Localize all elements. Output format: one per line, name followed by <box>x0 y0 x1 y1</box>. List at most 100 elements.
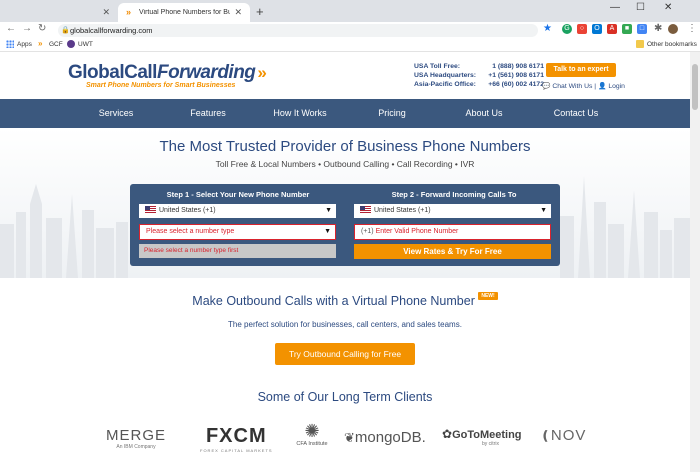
minimize-icon[interactable]: — <box>610 2 620 13</box>
reload-icon[interactable]: ↻ <box>38 23 46 34</box>
star-icon[interactable]: ★ <box>543 23 552 34</box>
cfa-logo-text: CFA Institute <box>296 441 328 447</box>
gotomeeting-logo: ✿GoToMeeting by citrix <box>442 427 522 447</box>
nov-logo-text: NOV <box>550 427 587 444</box>
logo-text-1: GlobalCall <box>68 62 157 83</box>
browser-tab-bar: ✕ » Virtual Phone Numbers for Busin ✕ + … <box>0 0 700 22</box>
browser-tab-active[interactable]: » Virtual Phone Numbers for Busin ✕ <box>118 3 250 22</box>
page-scrollbar[interactable] <box>690 52 700 472</box>
browser-tab-inactive[interactable]: ✕ <box>0 3 118 22</box>
forward-phone-input[interactable]: (+1) Enter Valid Phone Number <box>354 224 551 240</box>
number-type-placeholder: Please select a number type <box>146 228 235 235</box>
extension-grammarly-icon[interactable]: G <box>562 24 572 34</box>
login-link[interactable]: Login <box>608 83 625 90</box>
fxcm-logo: FXCM FOREX CAPITAL MARKETS <box>200 425 273 453</box>
fxcm-logo-text: FXCM <box>205 425 267 447</box>
contact-phone[interactable]: +66 (60) 002 4172 <box>482 80 544 89</box>
contact-row: USA Toll Free: 1 (888) 908 6171 <box>414 62 544 71</box>
contact-phone[interactable]: +1 (561) 908 6171 <box>482 71 544 80</box>
scrollbar-thumb[interactable] <box>692 64 698 110</box>
step2-heading: Step 2 - Forward Incoming Calls To <box>391 190 517 199</box>
new-badge: NEW! <box>478 292 498 300</box>
close-tab-icon[interactable]: ✕ <box>234 7 242 18</box>
bookmark-gcf[interactable]: » GCF <box>38 40 63 48</box>
chevron-down-icon: ▼ <box>325 207 332 214</box>
lock-icon: 🔒 <box>61 27 70 34</box>
nav-features[interactable]: Features <box>162 99 254 128</box>
extension-green-icon[interactable]: ■ <box>622 24 632 34</box>
chat-icon: 💬 <box>542 83 551 90</box>
close-tab-icon[interactable]: ✕ <box>102 7 110 18</box>
merge-logo: MERGE An IBM Company <box>106 427 166 450</box>
view-rates-button[interactable]: View Rates & Try For Free <box>354 244 551 259</box>
bookmark-label: GCF <box>49 40 63 48</box>
error-message: Please select a number type first <box>139 244 336 258</box>
maximize-icon[interactable]: ☐ <box>636 2 645 13</box>
number-type-select[interactable]: Please select a number type ▼ <box>139 224 336 240</box>
contact-phone[interactable]: 1 (888) 908 6171 <box>482 62 544 71</box>
nav-contact-us[interactable]: Contact Us <box>530 99 622 128</box>
nav-how-it-works[interactable]: How It Works <box>254 99 346 128</box>
bookmark-apps[interactable]: Apps <box>6 40 32 48</box>
talk-to-expert-button[interactable]: Talk to an expert <box>546 63 616 77</box>
us-flag-icon <box>145 206 156 213</box>
gcf-favicon-icon: » <box>126 7 132 17</box>
new-tab-icon[interactable]: + <box>256 4 264 19</box>
country-select-step2[interactable]: United States (+1) ▼ <box>354 204 551 218</box>
contact-row: USA Headquarters: +1 (561) 908 6171 <box>414 71 544 80</box>
number-signup-form: Step 1 - Select Your New Phone Number St… <box>130 184 560 266</box>
client-logos: MERGE An IBM Company FXCM FOREX CAPITAL … <box>100 421 600 465</box>
address-bar-row: ← → ↻ 🔒 globalcallforwarding.com ★ G ○ O… <box>0 22 700 38</box>
url-text: globalcallforwarding.com <box>70 26 153 35</box>
bookmarks-bar: Apps » GCF UWT Other bookmarks <box>0 38 700 52</box>
logo-text-2: Forwarding <box>156 62 256 83</box>
hero-subtitle: Toll Free & Local Numbers • Outbound Cal… <box>215 159 475 169</box>
profile-avatar-icon[interactable] <box>668 24 678 34</box>
nav-about-us[interactable]: About Us <box>438 99 530 128</box>
fxcm-logo-sub: FOREX CAPITAL MARKETS <box>200 448 273 453</box>
extension-outlook-icon[interactable]: O <box>592 24 602 34</box>
mongodb-logo-text: mongoDB. <box>354 429 426 446</box>
contact-numbers: USA Toll Free: 1 (888) 908 6171 USA Head… <box>414 62 544 89</box>
bookmark-label: Apps <box>17 40 32 48</box>
country-select-step1[interactable]: United States (+1) ▼ <box>139 204 336 218</box>
bookmark-uwt[interactable]: UWT <box>67 40 93 48</box>
cfa-emblem-icon: ✺ <box>304 421 320 441</box>
back-icon[interactable]: ← <box>6 23 16 34</box>
page-viewport: GlobalCallForwarding» Smart Phone Number… <box>0 52 690 472</box>
nav-pricing[interactable]: Pricing <box>346 99 438 128</box>
extensions-puzzle-icon[interactable]: ✱ <box>654 23 662 34</box>
forward-icon[interactable]: → <box>22 23 32 34</box>
uwt-favicon-icon <box>67 40 75 48</box>
gotomeeting-flower-icon: ✿ <box>442 427 453 441</box>
contact-label: Asia-Pacific Office: <box>414 81 476 88</box>
bookmark-other[interactable]: Other bookmarks <box>636 40 697 48</box>
site-logo[interactable]: GlobalCallForwarding» Smart Phone Number… <box>68 62 267 89</box>
extension-blue-icon[interactable]: □ <box>637 24 647 34</box>
clients-title: Some of Our Long Term Clients <box>257 390 433 404</box>
nav-services[interactable]: Services <box>70 99 162 128</box>
phone-placeholder: Enter Valid Phone Number <box>375 228 459 235</box>
try-outbound-button[interactable]: Try Outbound Calling for Free <box>275 343 415 365</box>
nov-logo: ❪NOV <box>540 427 586 444</box>
logo-arrows-icon: » <box>257 63 267 82</box>
chat-login-links: 💬 Chat With Us | 👤 Login <box>542 82 625 90</box>
chat-link[interactable]: Chat With Us <box>552 83 592 90</box>
us-flag-icon <box>360 206 371 213</box>
url-field[interactable]: 🔒 globalcallforwarding.com <box>58 24 538 37</box>
extension-red-icon[interactable]: ○ <box>577 24 587 34</box>
nov-emblem-icon: ❪ <box>540 428 551 443</box>
cfa-logo: ✺ CFA Institute <box>290 421 334 447</box>
tab-title: Virtual Phone Numbers for Busin <box>139 9 231 16</box>
menu-dots-icon[interactable]: ⋮ <box>687 23 697 34</box>
gcf-favicon-icon: » <box>38 39 43 48</box>
hero-title: The Most Trusted Provider of Business Ph… <box>159 138 531 155</box>
bookmark-label: Other bookmarks <box>647 40 697 48</box>
country-value: United States (+1) <box>159 207 216 214</box>
extension-pdf-icon[interactable]: A <box>607 24 617 34</box>
contact-label: USA Headquarters: <box>414 72 477 79</box>
main-nav: Services Features How It Works Pricing A… <box>0 99 690 128</box>
window-close-icon[interactable]: ✕ <box>664 2 672 13</box>
chevron-down-icon: ▼ <box>324 228 331 235</box>
merge-logo-sub: An IBM Company <box>116 444 156 450</box>
